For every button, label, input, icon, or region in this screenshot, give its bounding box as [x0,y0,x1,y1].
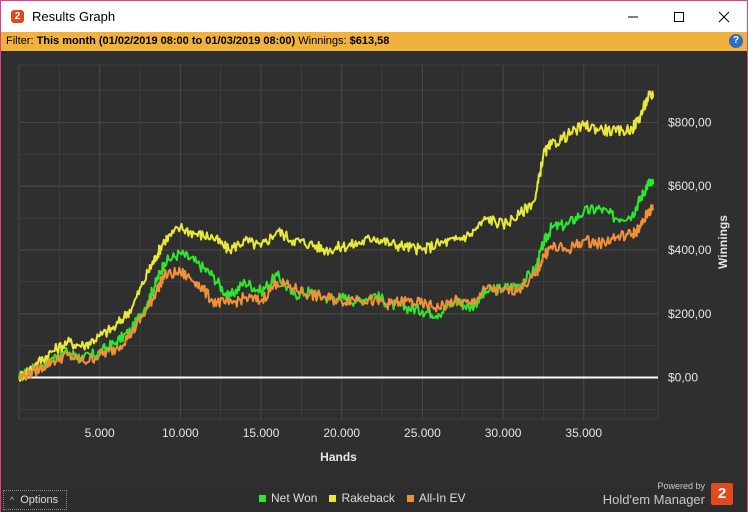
x-axis-label: Hands [320,450,357,464]
x-tick-label: 10.000 [162,426,199,440]
options-button[interactable]: ^ Options [3,490,67,510]
y-tick-label: $200,00 [668,307,712,321]
maximize-icon [674,11,684,22]
legend-label: Rakeback [341,491,395,505]
bottom-bar: ^ Options Net Won Rakeback All-In EV Powere… [1,481,747,512]
options-label: Options [20,494,59,506]
legend-item: Net Won [259,491,317,505]
filter-bar: Filter: This month (01/02/2019 08:00 to … [1,32,747,51]
x-tick-label: 35.000 [565,426,602,440]
legend-swatch [406,494,414,502]
maximize-button[interactable] [656,1,702,32]
hm2-app-icon: 2 [11,10,24,23]
results-graph-window: 2 Results Graph Filter: This month (01/0… [0,0,748,512]
y-tick-label: $600,00 [668,179,712,193]
hm2-logo-icon: 2 [711,483,733,505]
minimize-button[interactable] [610,1,656,32]
help-icon[interactable]: ? [729,34,743,48]
title-bar[interactable]: 2 Results Graph [1,1,747,32]
results-chart-svg: 5.000 10.000 15.000 20.000 25.000 30.000 35.00… [18,64,730,464]
y-axis-label: Winnings [716,215,730,269]
window-title: Results Graph [32,9,116,24]
chart-legend: Net Won Rakeback All-In EV [259,491,466,505]
brand-name: Hold'em Manager [602,492,705,507]
legend-item: All-In EV [406,491,466,505]
close-button[interactable] [701,1,747,32]
x-tick-label: 20.000 [323,426,360,440]
winnings-label: Winnings: [298,35,347,47]
x-tick-label: 5.000 [85,426,115,440]
y-tick-label: $0,00 [668,371,698,385]
legend-swatch [329,494,337,502]
powered-by-text: Powered by [657,481,705,491]
x-tick-label: 15.000 [243,426,280,440]
minimize-icon [628,16,638,17]
close-icon [718,11,730,22]
results-chart: 5.000 10.000 15.000 20.000 25.000 30.000 35.00… [1,51,747,489]
x-tick-label: 30.000 [485,426,522,440]
chevron-up-icon: ^ [10,495,15,505]
legend-label: Net Won [271,491,318,505]
filter-value[interactable]: This month (01/02/2019 08:00 to 01/03/20… [37,35,296,47]
y-tick-label: $800,00 [668,115,712,129]
legend-item: Rakeback [329,491,395,505]
x-tick-label: 25.000 [404,426,441,440]
winnings-value: $613,58 [349,35,390,47]
legend-label: All-In EV [418,491,466,505]
filter-label: Filter: [6,35,34,47]
legend-swatch [259,494,266,502]
y-tick-label: $400,00 [668,243,712,257]
